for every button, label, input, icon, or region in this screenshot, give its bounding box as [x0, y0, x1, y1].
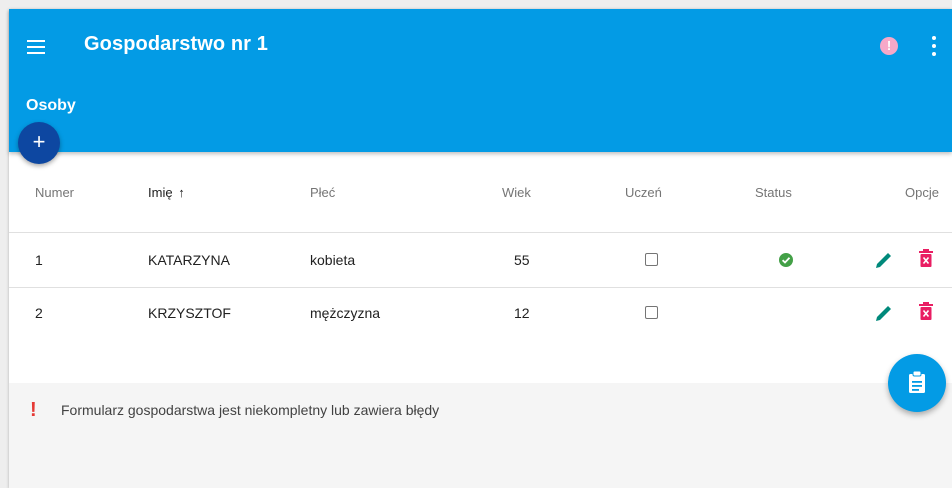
header-background: Gospodarstwo nr 1 ! Osoby — [9, 9, 952, 152]
validation-panel — [9, 383, 952, 488]
delete-icon[interactable] — [918, 248, 940, 270]
status-ok-icon — [779, 253, 793, 267]
delete-icon[interactable] — [918, 301, 940, 323]
clipboard-fab-button[interactable] — [888, 354, 946, 412]
cell-gender: kobieta — [310, 252, 356, 268]
app-bar: Gospodarstwo nr 1 ! Osoby — [9, 9, 952, 152]
edit-icon[interactable] — [873, 302, 895, 324]
student-checkbox[interactable] — [645, 306, 658, 319]
column-header-student[interactable]: Uczeń — [625, 185, 662, 200]
clipboard-icon — [909, 370, 925, 393]
column-header-gender[interactable]: Płeć — [310, 185, 335, 200]
section-title: Osoby — [26, 97, 76, 114]
page-title: Gospodarstwo nr 1 — [84, 33, 268, 55]
cell-name: KATARZYNA — [148, 252, 230, 268]
student-checkbox[interactable] — [645, 253, 658, 266]
menu-icon[interactable] — [27, 39, 47, 55]
divider — [9, 287, 952, 288]
edit-icon[interactable] — [873, 249, 895, 271]
column-header-options: Opcje — [905, 185, 939, 200]
add-person-button[interactable]: + — [18, 122, 60, 164]
more-vert-icon[interactable] — [931, 36, 937, 56]
cell-name: KRZYSZTOF — [148, 305, 231, 321]
column-header-number[interactable]: Numer — [35, 185, 74, 200]
error-icon: ! — [30, 399, 37, 421]
cell-number: 2 — [35, 305, 43, 321]
cell-number: 1 — [35, 252, 43, 268]
column-header-age[interactable]: Wiek — [502, 185, 531, 200]
column-header-name-label: Imię — [148, 185, 173, 200]
cell-gender: mężczyzna — [310, 305, 381, 321]
error-message: Formularz gospodarstwa jest niekompletny… — [61, 402, 440, 418]
alert-icon[interactable]: ! — [880, 37, 898, 55]
sort-ascending-icon: ↑ — [178, 185, 185, 200]
cell-age: 12 — [514, 305, 530, 321]
column-header-name[interactable]: Imię ↑ — [148, 185, 185, 200]
cell-age: 55 — [514, 252, 530, 268]
column-header-status[interactable]: Status — [755, 185, 792, 200]
divider — [9, 232, 952, 233]
